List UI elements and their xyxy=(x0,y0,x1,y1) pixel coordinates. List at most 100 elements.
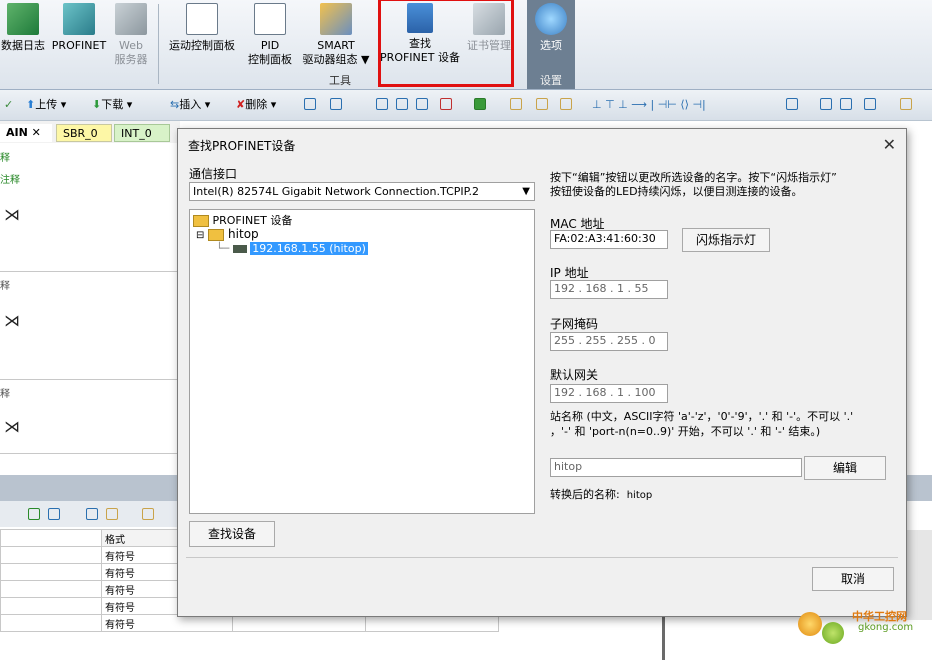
converted-name-row: 转换后的名称: hitop xyxy=(550,488,653,501)
format-cell[interactable]: 有符号 xyxy=(101,614,233,632)
comment-text: 注释 xyxy=(0,175,20,186)
tools-group-label: 工具 xyxy=(329,74,351,87)
network-divider xyxy=(0,453,180,454)
gateway-field[interactable]: 192 . 168 . 1 . 100 xyxy=(550,384,668,403)
network-icon[interactable] xyxy=(304,98,316,110)
lock-icon[interactable] xyxy=(510,98,522,110)
pid-chart-icon xyxy=(254,3,286,35)
options-button[interactable]: 选项 xyxy=(527,3,575,53)
delete-button[interactable]: ✘删除 ▾ xyxy=(236,98,276,112)
watermark-url: gkong.com xyxy=(858,622,914,633)
cancel-button[interactable]: 取消 xyxy=(812,567,894,591)
ribbon-separator xyxy=(158,4,159,84)
gear-logo-icon xyxy=(822,622,844,644)
unlock-icon[interactable] xyxy=(560,98,572,110)
gkong-watermark: 中华工控网 gkong.com xyxy=(796,602,926,648)
profinet-wizard-icon xyxy=(63,3,95,35)
mac-field[interactable]: FA:02:A3:41:60:30 xyxy=(550,230,668,249)
toolbar: ✓ ⬆上传 ▾ ⬇下载 ▾ ⇆插入 ▾ ✘删除 ▾ ⊥ ⊤ ⊥ ⟶ | ⊣⊢ ⟨… xyxy=(0,90,932,121)
insert-icon: ⇆ xyxy=(170,98,180,111)
rung-contact-icon[interactable]: ⋊ xyxy=(4,417,20,436)
box-insert-icon[interactable] xyxy=(786,98,798,110)
chevron-down-icon: ▼ xyxy=(522,186,530,197)
comment-text: 释 xyxy=(0,153,10,164)
station-icon xyxy=(232,245,247,253)
upload-button[interactable]: ⬆上传 ▾ xyxy=(26,98,66,112)
web-server-icon xyxy=(115,3,147,35)
find-profinet-device-dialog: 查找PROFINET设备 ✕ 通信接口 Intel(R) 82574L Giga… xyxy=(177,128,907,617)
glasses-icon[interactable] xyxy=(86,508,98,520)
data-log-button[interactable]: 数据日志 xyxy=(0,3,46,53)
motion-control-panel-button[interactable]: 运动控制面板 xyxy=(162,3,242,53)
data-log-icon xyxy=(7,3,39,35)
insert-button[interactable]: ⇆插入 ▾ xyxy=(170,98,210,112)
pid-control-panel-button[interactable]: PID 控制面板 xyxy=(242,3,298,67)
selected-device[interactable]: 192.168.1.55 (hitop) xyxy=(250,242,368,255)
program-tabs: AIN ✕ SBR_0 INT_0 xyxy=(0,121,180,144)
settings-group: 选项 设置 xyxy=(527,0,575,89)
symbol-icon[interactable] xyxy=(864,98,876,110)
play-icon[interactable] xyxy=(28,508,40,520)
arrow-right-icon[interactable] xyxy=(416,98,428,110)
box-icon[interactable] xyxy=(376,98,388,110)
dialog-separator xyxy=(186,557,898,558)
settings-group-label: 设置 xyxy=(540,74,562,87)
download-button[interactable]: ⬇下载 ▾ xyxy=(92,98,132,112)
edit-button[interactable]: 编辑 xyxy=(804,456,886,480)
ladder-contacts-icon[interactable]: ⊥ ⊤ ⊥ ⟶ | ⊣⊢ ⟨⟩ ⊣| xyxy=(592,98,706,112)
rung-contact-icon[interactable]: ⋊ xyxy=(4,205,20,224)
subnet-label: 子网掩码 xyxy=(550,317,599,331)
lock-alt-icon[interactable] xyxy=(536,98,548,110)
station-name-description: 站名称 (中文，ASCII字符 'a'-'z'，'0'-'9'，'.' 和 '-… xyxy=(550,410,854,438)
device-tree[interactable]: PROFINET 设备 ⊟ hitop └─ 192.168.1.55 (hit… xyxy=(189,209,535,514)
tree-item-ip[interactable]: └─ 192.168.1.55 (hitop) xyxy=(216,242,368,255)
rung-contact-icon[interactable]: ⋊ xyxy=(4,311,20,330)
tab-main[interactable]: AIN ✕ xyxy=(0,124,52,142)
ip-label: IP 地址 xyxy=(550,266,589,280)
tree-item-hitop[interactable]: ⊟ hitop xyxy=(196,227,259,241)
ip-field[interactable]: 192 . 168 . 1 . 55 xyxy=(550,280,668,299)
folder-icon xyxy=(193,215,209,227)
station-name-field[interactable]: hitop xyxy=(550,458,802,477)
interface-label: 通信接口 xyxy=(189,167,238,181)
subnet-field[interactable]: 255 . 255 . 255 . 0 xyxy=(550,332,668,351)
motion-panel-icon xyxy=(186,3,218,35)
find-devices-button[interactable]: 查找设备 xyxy=(189,521,275,547)
instructions-text: 按下“编辑”按钮以更改所选设备的名字。按下“闪烁指示灯” 按钮使设备的LED持续… xyxy=(550,171,837,198)
gear-logo-icon xyxy=(798,612,822,636)
comment-text: 释 xyxy=(0,281,10,292)
interface-select[interactable]: Intel(R) 82574L Gigabit Network Connecti… xyxy=(189,182,535,201)
profinet-wizard-button[interactable]: PROFINET xyxy=(50,3,108,53)
grid-icon[interactable] xyxy=(820,98,832,110)
upload-arrow-icon: ⬆ xyxy=(26,98,36,111)
edit-icon[interactable] xyxy=(840,98,852,110)
blink-led-button[interactable]: 闪烁指示灯 xyxy=(682,228,770,252)
delete-x-icon: ✘ xyxy=(236,98,246,111)
bottom-toolbar xyxy=(0,501,180,527)
check-icon[interactable]: ✓ xyxy=(4,98,13,112)
red-highlight-box xyxy=(378,0,514,87)
network-alt-icon[interactable] xyxy=(330,98,342,110)
web-server-button[interactable]: Web 服务器 xyxy=(110,3,152,67)
network-divider xyxy=(0,271,180,272)
pencil-icon[interactable] xyxy=(106,508,118,520)
lock-icon[interactable] xyxy=(142,508,154,520)
close-tab-icon[interactable]: ✕ xyxy=(32,126,41,139)
close-icon[interactable]: ✕ xyxy=(883,135,896,154)
goto-icon[interactable] xyxy=(474,98,486,110)
ladder-editor[interactable]: 释 注释 ⋊ 释 ⋊ 释 ⋊ xyxy=(0,143,180,475)
clear-icon[interactable] xyxy=(440,98,452,110)
collapse-icon[interactable]: ⊟ xyxy=(196,230,204,241)
table-row[interactable]: 有符号 xyxy=(0,614,499,632)
pause-icon[interactable] xyxy=(48,508,60,520)
smart-drive-config-button[interactable]: SMART 驱动器组态 ▼ xyxy=(298,3,374,67)
drive-config-icon xyxy=(320,3,352,35)
tab-int0[interactable]: INT_0 xyxy=(114,124,170,142)
arrow-left-icon[interactable] xyxy=(396,98,408,110)
converted-name-value: hitop xyxy=(626,490,653,501)
gateway-label: 默认网关 xyxy=(550,368,599,382)
tab-sbr0[interactable]: SBR_0 xyxy=(56,124,112,142)
tree-root-profinet[interactable]: PROFINET 设备 xyxy=(193,212,292,228)
download-arrow-icon: ⬇ xyxy=(92,98,102,111)
pencil-icon[interactable] xyxy=(900,98,912,110)
